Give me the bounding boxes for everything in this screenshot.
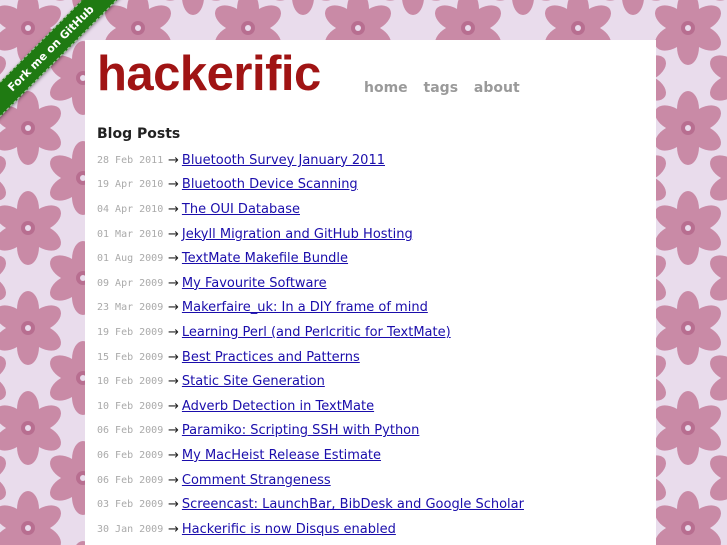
post-row: 10 Feb 2009 → Adverb Detection in TextMate bbox=[97, 394, 637, 419]
post-row: 23 Mar 2009 → Makerfaire_uk: In a DIY fram… bbox=[97, 296, 637, 321]
post-link[interactable]: Makerfaire_uk: In a DIY frame of mind bbox=[182, 300, 428, 315]
blog-post-list: 28 Feb 2011 → Bluetooth Survey January 201… bbox=[97, 148, 637, 542]
post-row: 09 Apr 2009 → My Favourite Software bbox=[97, 271, 637, 296]
arrow-icon: → bbox=[168, 201, 179, 217]
nav-tags-link[interactable]: tags bbox=[424, 80, 459, 96]
arrow-icon: → bbox=[168, 398, 179, 414]
post-date: 06 Feb 2009 bbox=[97, 425, 164, 437]
arrow-icon: → bbox=[168, 226, 179, 242]
post-link[interactable]: Comment Strangeness bbox=[182, 473, 331, 488]
post-date: 23 Mar 2009 bbox=[97, 302, 164, 314]
post-link[interactable]: Adverb Detection in TextMate bbox=[182, 399, 374, 414]
github-ribbon: Fork me on GitHub bbox=[0, 0, 150, 150]
arrow-icon: → bbox=[168, 300, 179, 316]
arrow-icon: → bbox=[168, 251, 179, 267]
post-row: 28 Feb 2011 → Bluetooth Survey January 201… bbox=[97, 148, 637, 173]
post-date: 04 Apr 2010 bbox=[97, 203, 164, 215]
post-date: 30 Jan 2009 bbox=[97, 523, 164, 535]
post-date: 03 Feb 2009 bbox=[97, 499, 164, 511]
post-row: 19 Feb 2009 → Learning Perl (and Perlcriti… bbox=[97, 320, 637, 345]
main-nav: home tags about bbox=[364, 80, 531, 96]
post-link[interactable]: Screencast: LaunchBar, BibDesk and Googl… bbox=[182, 497, 524, 512]
post-row: 04 Apr 2010 → The OUI Database bbox=[97, 197, 637, 222]
arrow-icon: → bbox=[168, 497, 179, 513]
arrow-icon: → bbox=[168, 423, 179, 439]
post-date: 15 Feb 2009 bbox=[97, 351, 164, 363]
post-row: 03 Feb 2009 → Screencast: LaunchBar, BibDe… bbox=[97, 492, 637, 517]
post-row: 10 Feb 2009 → Static Site Generation bbox=[97, 369, 637, 394]
post-link[interactable]: Bluetooth Device Scanning bbox=[182, 177, 358, 192]
arrow-icon: → bbox=[168, 374, 179, 390]
post-link[interactable]: Bluetooth Survey January 2011 bbox=[182, 153, 385, 168]
post-link[interactable]: Static Site Generation bbox=[182, 374, 325, 389]
arrow-icon: → bbox=[168, 324, 179, 340]
arrow-icon: → bbox=[168, 275, 179, 291]
post-date: 06 Feb 2009 bbox=[97, 474, 164, 486]
arrow-icon: → bbox=[168, 472, 179, 488]
arrow-icon: → bbox=[168, 349, 179, 365]
arrow-icon: → bbox=[168, 447, 179, 463]
post-date: 10 Feb 2009 bbox=[97, 400, 164, 412]
post-link[interactable]: My MacHeist Release Estimate bbox=[182, 448, 381, 463]
post-date: 10 Feb 2009 bbox=[97, 376, 164, 388]
nav-about-link[interactable]: about bbox=[474, 80, 520, 96]
post-link[interactable]: The OUI Database bbox=[182, 202, 300, 217]
post-link[interactable]: My Favourite Software bbox=[182, 276, 327, 291]
post-row: 01 Mar 2010 → Jekyll Migration and GitHub … bbox=[97, 222, 637, 247]
post-link[interactable]: Best Practices and Patterns bbox=[182, 350, 360, 365]
post-row: 06 Feb 2009 → My MacHeist Release Estimate bbox=[97, 443, 637, 468]
post-link[interactable]: Jekyll Migration and GitHub Hosting bbox=[182, 227, 413, 242]
post-date: 06 Feb 2009 bbox=[97, 449, 164, 461]
nav-home-link[interactable]: home bbox=[364, 80, 408, 96]
post-date: 09 Apr 2009 bbox=[97, 277, 164, 289]
arrow-icon: → bbox=[168, 521, 179, 537]
content-panel: hackerific home tags about Blog Posts 28… bbox=[85, 40, 656, 545]
post-row: 19 Apr 2010 → Bluetooth Device Scanning bbox=[97, 173, 637, 198]
post-date: 01 Aug 2009 bbox=[97, 253, 164, 265]
fork-on-github-link[interactable]: Fork me on GitHub bbox=[0, 0, 128, 125]
post-link[interactable]: Hackerific is now Disqus enabled bbox=[182, 522, 396, 537]
arrow-icon: → bbox=[168, 177, 179, 193]
post-link[interactable]: Paramiko: Scripting SSH with Python bbox=[182, 423, 419, 438]
post-date: 28 Feb 2011 bbox=[97, 154, 164, 166]
post-link[interactable]: TextMate Makefile Bundle bbox=[182, 251, 348, 266]
post-link[interactable]: Learning Perl (and Perlcritic for TextMa… bbox=[182, 325, 451, 340]
site-header: hackerific home tags about bbox=[97, 44, 637, 114]
post-row: 06 Feb 2009 → Paramiko: Scripting SSH with… bbox=[97, 419, 637, 444]
post-row: 15 Feb 2009 → Best Practices and Patterns bbox=[97, 345, 637, 370]
post-date: 19 Feb 2009 bbox=[97, 326, 164, 338]
post-row: 01 Aug 2009 → TextMate Makefile Bundle bbox=[97, 246, 637, 271]
post-date: 19 Apr 2010 bbox=[97, 179, 164, 191]
post-row: 30 Jan 2009 → Hackerific is now Disqus ena… bbox=[97, 517, 637, 542]
arrow-icon: → bbox=[168, 152, 179, 168]
post-date: 01 Mar 2010 bbox=[97, 228, 164, 240]
post-row: 06 Feb 2009 → Comment Strangeness bbox=[97, 468, 637, 493]
